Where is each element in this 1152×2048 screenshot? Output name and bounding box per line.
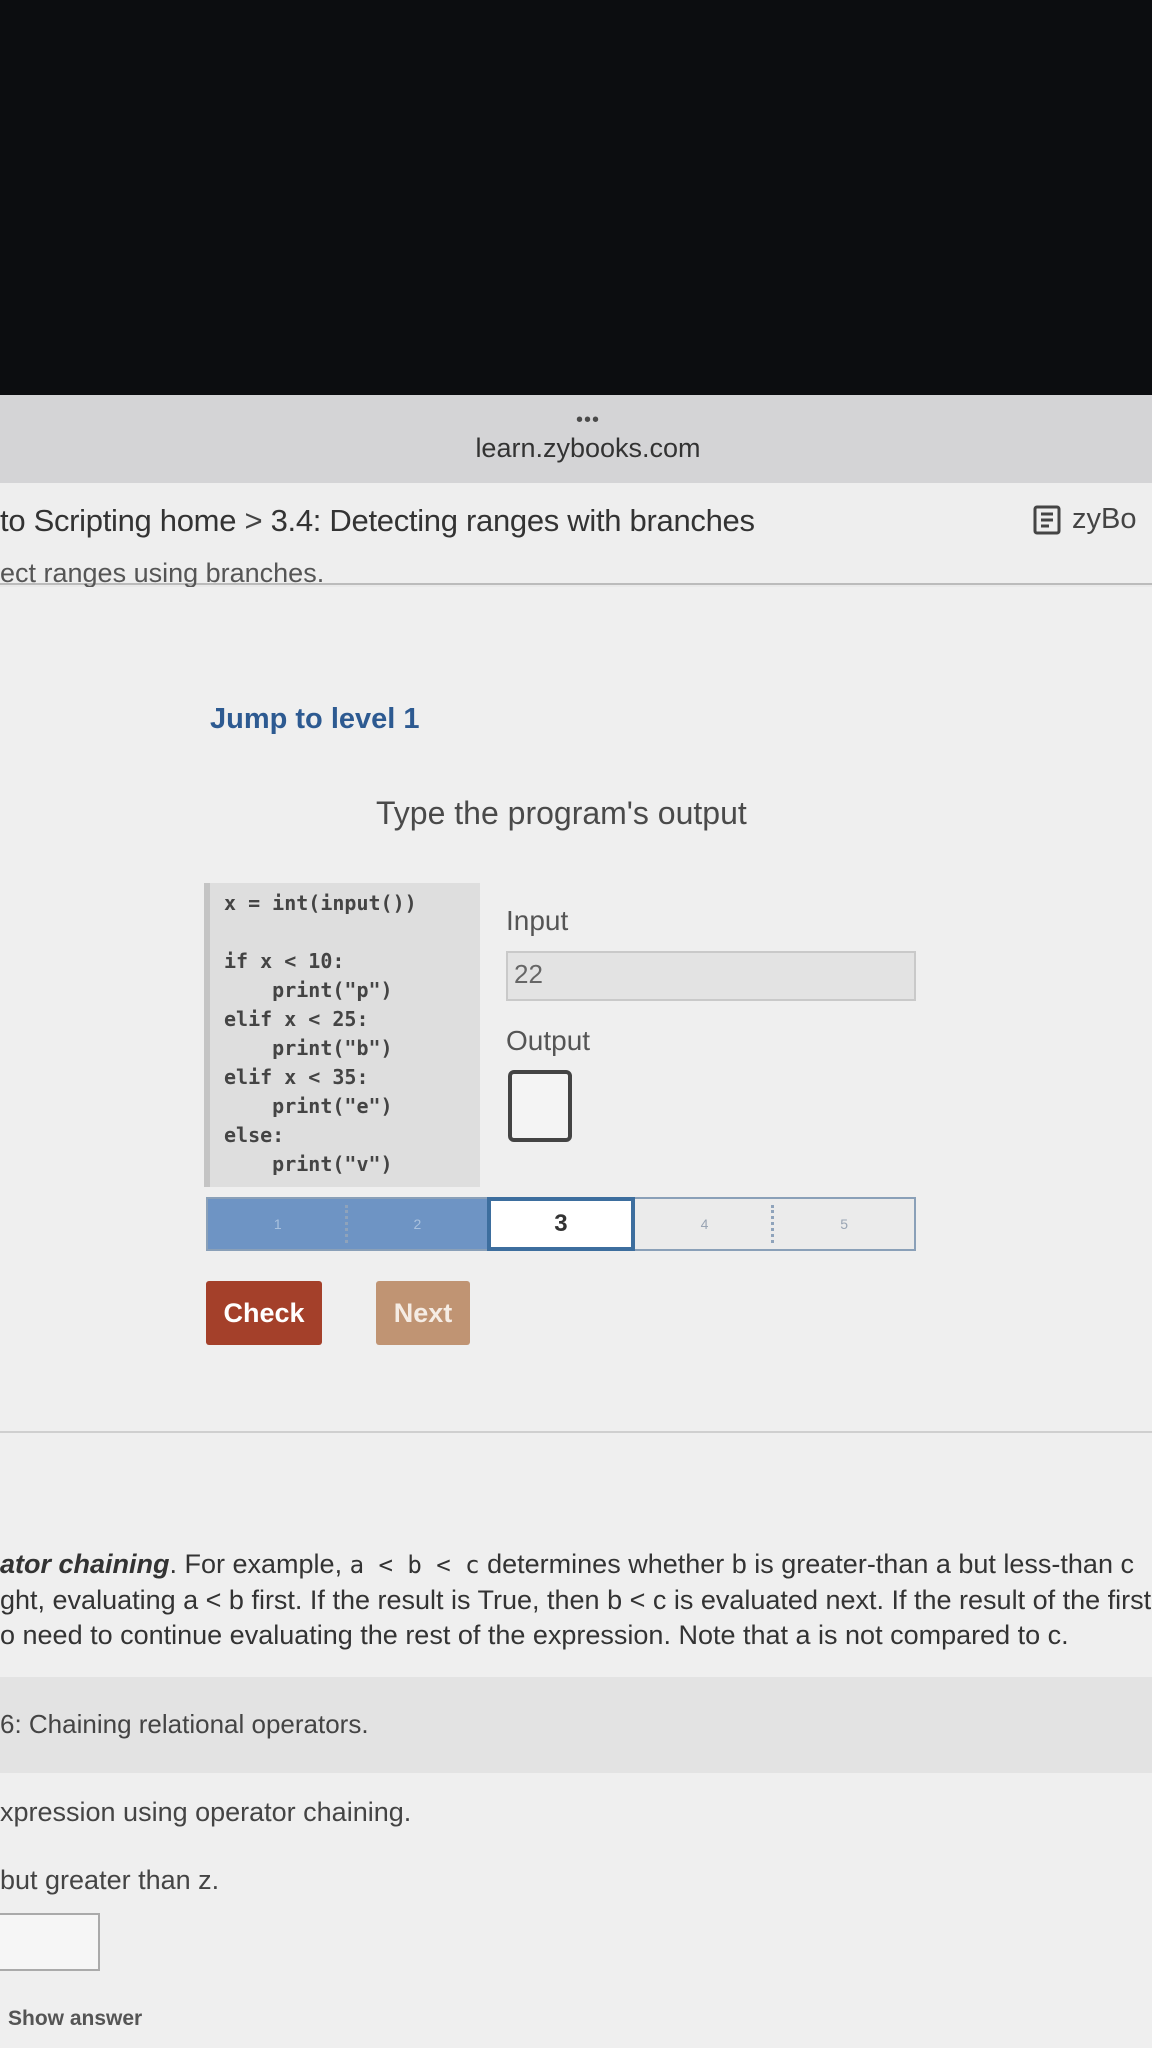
breadcrumb-bar: to Scripting home > 3.4: Detecting range… (0, 483, 1152, 588)
zybooks-link[interactable]: zyBo (1032, 503, 1136, 536)
code-line: print("b") (224, 1036, 393, 1060)
expression-answer-field[interactable] (0, 1913, 100, 1971)
more-dots-icon[interactable]: ••• (566, 409, 610, 432)
code-line: elif x < 25: (224, 1007, 369, 1031)
url-text[interactable]: learn.zybooks.com (400, 433, 776, 464)
level-5-segment[interactable]: 5 (774, 1199, 914, 1249)
code-line: print("v") (224, 1152, 393, 1176)
show-answer-button[interactable]: Show answer (8, 2007, 142, 2031)
participation-activity-header: 6: Chaining relational operators. (0, 1677, 1152, 1773)
code-line: elif x < 35: (224, 1065, 369, 1089)
breadcrumb-separator: > (244, 503, 263, 538)
level-4-segment[interactable]: 4 (635, 1199, 775, 1249)
code-line: x = int(input()) (224, 891, 417, 915)
section-divider (0, 1431, 1152, 1433)
code-line: print("e") (224, 1094, 393, 1118)
code-line: else: (224, 1123, 285, 1147)
zybooks-label: zyBo (1072, 503, 1137, 535)
paragraph-text: determines whether b is greater-than a b… (479, 1549, 1134, 1579)
paragraph-line-3: o need to continue evaluating the rest o… (0, 1620, 1069, 1650)
browser-screen: ••• learn.zybooks.com to Scripting home … (0, 395, 1152, 2048)
book-icon (1032, 504, 1062, 536)
level-2-segment[interactable]: 2 (347, 1199, 488, 1249)
breadcrumb-home-link[interactable]: to Scripting home (0, 503, 236, 538)
breadcrumb: to Scripting home > 3.4: Detecting range… (0, 503, 755, 539)
breadcrumb-section: 3.4: Detecting ranges with branches (270, 503, 755, 538)
inline-code: a < b < c (349, 1551, 480, 1579)
paragraph-line-2: ght, evaluating a < b first. If the resu… (0, 1585, 1152, 1615)
activity-task-text: xpression using operator chaining. (0, 1797, 412, 1827)
explanation-paragraph: ator chaining. For example, a < b < c de… (0, 1547, 1152, 1653)
address-bar[interactable]: ••• learn.zybooks.com (0, 395, 1152, 483)
paragraph-line-1: ator chaining. For example, a < b < c de… (0, 1547, 1152, 1583)
program-input-field: 22 (506, 951, 916, 1001)
level-progress-bar: 1 2 3 4 5 (206, 1197, 916, 1251)
code-block: x = int(input()) if x < 10: print("p") e… (204, 883, 480, 1187)
code-line: if x < 10: (224, 949, 345, 973)
paragraph-text: . For example, (169, 1549, 350, 1579)
input-label: Input (506, 905, 569, 936)
activity-subtask-text: but greater than z. (0, 1865, 220, 1895)
activity-instruction: Type the program's output (376, 795, 747, 831)
jump-to-level-link[interactable]: Jump to level 1 (210, 703, 420, 736)
participation-activity-title: 6: Chaining relational operators. (0, 1709, 369, 1739)
next-button[interactable]: Next (376, 1281, 470, 1345)
term-operator-chaining: ator chaining (0, 1549, 170, 1579)
level-3-segment[interactable]: 3 (487, 1197, 635, 1251)
level-1-segment[interactable]: 1 (208, 1199, 348, 1249)
check-button[interactable]: Check (206, 1281, 322, 1345)
main-content: Jump to level 1 Type the program's outpu… (0, 587, 1152, 2048)
code-line: print("p") (224, 978, 393, 1002)
output-label: Output (506, 1025, 591, 1056)
output-answer-field[interactable] (508, 1070, 572, 1142)
section-title: ect ranges using branches. (0, 558, 325, 588)
